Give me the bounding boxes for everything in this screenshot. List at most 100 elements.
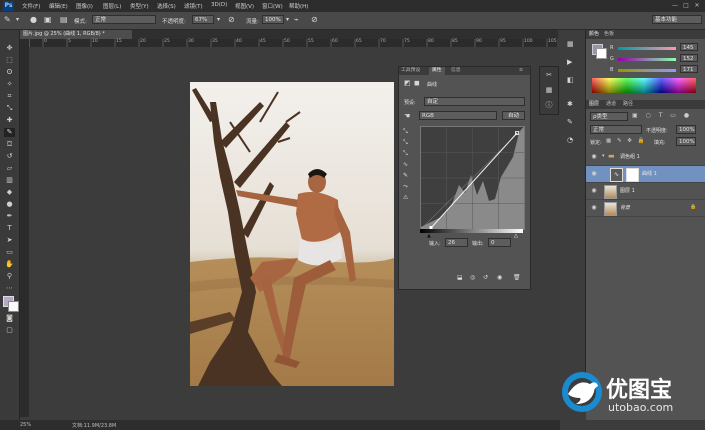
visibility-eye-icon[interactable]: ◉ (590, 170, 598, 178)
layer-row-group[interactable]: ◉ ▾ ▬ 调色组 1 (586, 149, 705, 166)
sample-gray-eyedropper-icon[interactable]: ⤡ (403, 137, 415, 148)
type-tool-icon[interactable]: T (4, 224, 15, 233)
background-color-swatch[interactable] (596, 48, 607, 59)
curve-graph[interactable] (420, 126, 525, 230)
reset-icon[interactable]: ↺ (483, 274, 488, 281)
pencil-draw-icon[interactable]: ✎ (403, 170, 415, 181)
color-spectrum[interactable] (592, 78, 696, 93)
blue-slider[interactable] (618, 69, 676, 72)
input-field[interactable]: 26 (445, 238, 468, 247)
pressure-opacity-icon[interactable]: ⊘ (228, 15, 235, 24)
blur-tool-icon[interactable]: ◆ (4, 188, 15, 197)
menu-3d[interactable]: 3D(D) (211, 2, 227, 8)
layer-row-curves[interactable]: ◉ ∿ 曲线 1 (586, 166, 705, 183)
adjustments-icon[interactable]: ◧ (567, 76, 574, 84)
tab-color[interactable]: 颜色 (589, 30, 599, 39)
pen-tool-icon[interactable]: ✒ (4, 212, 15, 221)
channel-select[interactable]: RGB (419, 111, 497, 120)
visibility-eye-icon[interactable]: ◉ (590, 204, 598, 212)
marquee-tool-icon[interactable]: ⬚ (4, 56, 15, 65)
output-field[interactable]: 0 (488, 238, 511, 247)
info-panel-icon[interactable]: ⓘ (544, 100, 554, 110)
chevron-down-icon[interactable]: ▾ (217, 16, 220, 23)
shape-tool-icon[interactable]: ▭ (4, 248, 15, 257)
brush-tool-icon[interactable]: ✎ (4, 15, 11, 24)
screen-mode-icon[interactable]: ▢ (4, 326, 15, 335)
layer-opacity-input[interactable]: 100% (676, 125, 696, 134)
menu-layer[interactable]: 图层(L) (103, 2, 121, 10)
more-tools-icon[interactable]: ⋯ (4, 284, 15, 293)
visibility-eye-icon[interactable]: ◉ (590, 187, 598, 195)
hand-tool-icon[interactable]: ✋ (4, 260, 15, 269)
visibility-eye-icon[interactable]: ◉ (590, 153, 598, 161)
clone-stamp-tool-icon[interactable]: ⛋ (4, 140, 15, 149)
clip-to-layer-icon[interactable]: ⬓ (457, 274, 463, 281)
toggle-panel-icon[interactable]: ▤ (60, 15, 68, 24)
red-slider[interactable] (618, 47, 676, 50)
close-button[interactable]: ✕ (692, 1, 702, 10)
on-image-adjust-icon[interactable]: ☚ (404, 112, 410, 120)
layer-filter-select[interactable]: ρ类型 (590, 112, 628, 121)
white-point-slider-icon[interactable]: △ (514, 233, 518, 239)
brush-preset-icon[interactable]: ● (30, 15, 37, 24)
tab-info[interactable]: 信息 (451, 67, 461, 75)
chevron-down-icon[interactable]: ▾ (16, 16, 19, 23)
zoom-tool-icon[interactable]: ⚲ (4, 272, 15, 281)
layer-row-pixel[interactable]: ◉ 图层 1 (586, 183, 705, 200)
tab-swatches[interactable]: 色板 (604, 30, 614, 39)
menu-type[interactable]: 类型(Y) (130, 2, 149, 10)
menu-help[interactable]: 帮助(H) (289, 2, 308, 10)
dodge-tool-icon[interactable]: ● (4, 200, 15, 209)
gradient-tool-icon[interactable]: ▥ (4, 176, 15, 185)
paragraph-icon[interactable]: ✱ (567, 100, 573, 108)
green-slider[interactable] (618, 58, 676, 61)
path-select-tool-icon[interactable]: ➤ (4, 236, 15, 245)
tab-tool-presets[interactable]: 工具预设 (401, 67, 420, 75)
eraser-tool-icon[interactable]: ▱ (4, 164, 15, 173)
mode-select[interactable]: 正常 (92, 15, 156, 24)
zoom-level[interactable]: 25% (20, 422, 31, 428)
tab-layers[interactable]: 图层 (589, 100, 599, 109)
red-value[interactable]: 145 (680, 43, 698, 51)
smooth-curve-icon[interactable]: ⤳ (403, 181, 415, 192)
minimize-button[interactable]: — (670, 1, 680, 10)
eyedropper-tool-icon[interactable]: ⤡ (4, 104, 15, 113)
tab-channels[interactable]: 通道 (606, 100, 616, 109)
brush-settings-icon[interactable]: ✂ (544, 70, 554, 80)
menu-image[interactable]: 图像(I) (76, 2, 93, 10)
view-previous-icon[interactable]: ◎ (470, 274, 475, 281)
menu-file[interactable]: 文件(F) (22, 2, 40, 10)
airbrush-icon[interactable]: ⌁ (294, 15, 299, 24)
preset-select[interactable]: 自定 (424, 97, 525, 106)
document-image[interactable] (190, 82, 394, 386)
styles-icon[interactable]: ✎ (567, 118, 573, 126)
blue-value[interactable]: 171 (680, 65, 698, 73)
edit-points-icon[interactable]: ∿ (403, 159, 415, 170)
menu-select[interactable]: 选择(S) (157, 2, 176, 10)
layer-filter-icons[interactable]: ▣ ○ T ▭ ● (632, 112, 700, 121)
lock-icons[interactable]: ▦ ✎ ✥ 🔒 (606, 138, 647, 144)
healing-brush-tool-icon[interactable]: ✚ (4, 116, 15, 125)
blend-mode-select[interactable]: 正常 (590, 125, 642, 134)
tab-paths[interactable]: 路径 (623, 100, 633, 109)
brush-tool-icon[interactable]: ✎ (4, 128, 15, 137)
opacity-input[interactable]: 67% (192, 15, 214, 24)
workspace-select[interactable]: 基本功能 (652, 15, 702, 24)
fill-input[interactable]: 100% (676, 137, 696, 146)
document-size-info[interactable]: 文档:11.9M/23.8M (72, 422, 116, 429)
lasso-tool-icon[interactable]: ʘ (4, 68, 15, 77)
layer-mask-icon[interactable]: ◼ (414, 79, 420, 87)
black-point-slider-icon[interactable]: ▲ (427, 233, 431, 239)
maximize-button[interactable]: □ (681, 1, 691, 10)
pressure-size-icon[interactable]: ⊘ (311, 15, 318, 24)
menu-view[interactable]: 视图(V) (235, 2, 254, 10)
history-brush-tool-icon[interactable]: ↺ (4, 152, 15, 161)
trash-icon[interactable]: 🗑 (513, 274, 521, 281)
tab-properties[interactable]: 属性 (429, 67, 445, 75)
auto-button[interactable]: 自动 (502, 111, 525, 120)
layer-row-background[interactable]: ◉ 背景 🔒 (586, 200, 705, 217)
move-tool-icon[interactable]: ✥ (4, 44, 15, 53)
menu-window[interactable]: 窗口(W) (262, 2, 283, 10)
flow-input[interactable]: 100% (262, 15, 284, 24)
panel-menu-icon[interactable]: ≡ (519, 67, 523, 75)
